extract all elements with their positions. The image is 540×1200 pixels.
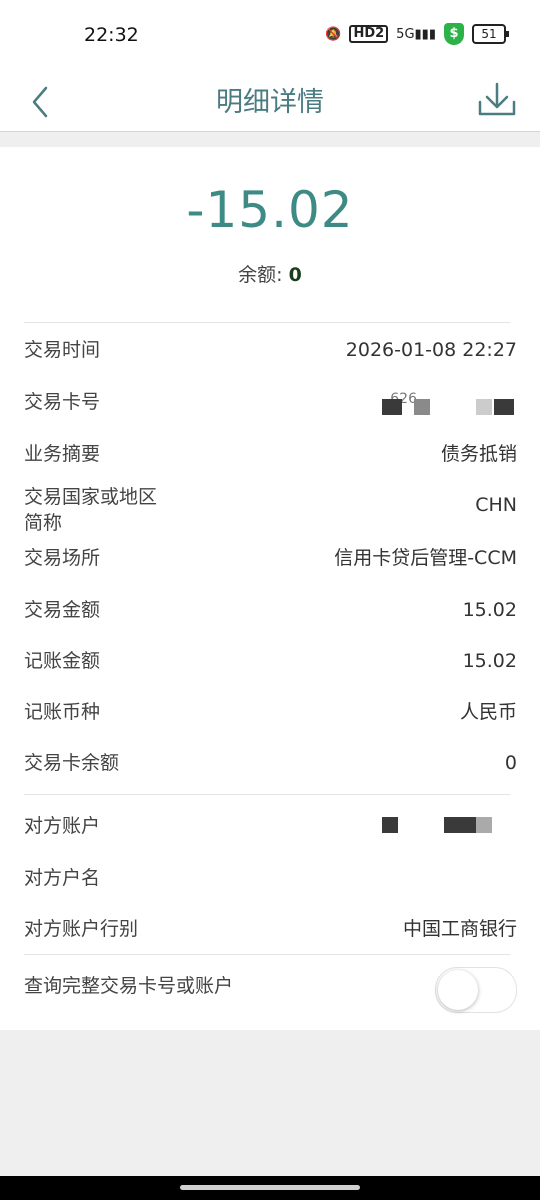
transaction-amount: -15.02 bbox=[186, 181, 354, 239]
detail-value: 人民币 bbox=[459, 701, 517, 723]
detail-row-posted-amount: 记账金额 15.02 bbox=[24, 642, 517, 682]
nav-bar: 明细详情 bbox=[0, 70, 540, 132]
detail-value: 2026-01-08 22:27 bbox=[345, 339, 517, 361]
divider bbox=[24, 954, 510, 955]
detail-row-currency: 记账币种 人民币 bbox=[24, 693, 517, 733]
detail-label: 交易卡号 bbox=[24, 391, 101, 413]
detail-label: 记账金额 bbox=[24, 650, 101, 672]
redaction-block bbox=[382, 817, 398, 833]
detail-label: 交易国家或地区 简称 bbox=[24, 486, 158, 534]
full-number-toggle[interactable] bbox=[435, 967, 517, 1013]
detail-label: 记账币种 bbox=[24, 701, 101, 723]
detail-label: 对方户名 bbox=[24, 867, 101, 889]
redaction-block bbox=[414, 399, 430, 415]
status-bar: 22:32 🔕 HD2 5G▮▮▮ $ 51 bbox=[0, 0, 540, 70]
detail-value: 15.02 bbox=[462, 650, 517, 672]
redaction-block bbox=[476, 817, 492, 833]
download-icon bbox=[478, 82, 516, 116]
divider bbox=[24, 794, 510, 795]
detail-value: 15.02 bbox=[462, 599, 517, 621]
battery-icon: 51 bbox=[472, 24, 509, 44]
hd-icon: HD2 bbox=[349, 25, 389, 43]
detail-row-counterparty-bank: 对方账户行别 中国工商银行 bbox=[24, 910, 517, 950]
divider bbox=[24, 322, 510, 323]
home-indicator[interactable] bbox=[180, 1185, 360, 1190]
detail-row-time: 交易时间 2026-01-08 22:27 bbox=[24, 331, 517, 371]
detail-row-country: 交易国家或地区 简称 CHN bbox=[24, 478, 517, 538]
page-title: 明细详情 bbox=[216, 87, 324, 118]
detail-label: 对方账户行别 bbox=[24, 918, 139, 940]
detail-value: 中国工商银行 bbox=[402, 918, 517, 940]
toggle-label: 查询完整交易卡号或账户 bbox=[24, 975, 234, 997]
detail-label: 交易场所 bbox=[24, 547, 101, 569]
redaction-block bbox=[494, 399, 514, 415]
balance-value: 0 bbox=[288, 264, 302, 286]
security-shield-icon: $ bbox=[444, 23, 464, 45]
detail-label: 业务摘要 bbox=[24, 443, 101, 465]
detail-value: CHN bbox=[475, 494, 517, 516]
redaction-block bbox=[444, 817, 476, 833]
balance-line: 余额: 0 bbox=[0, 260, 540, 287]
redaction-block bbox=[382, 399, 402, 415]
detail-row-counterparty-account: 对方账户 bbox=[24, 807, 517, 847]
network-label: 5G bbox=[396, 26, 415, 42]
detail-row-place: 交易场所 信用卡贷后管理-CCM bbox=[24, 539, 517, 579]
detail-row-counterparty-name: 对方户名 bbox=[24, 859, 517, 899]
full-number-toggle-row: 查询完整交易卡号或账户 bbox=[24, 967, 517, 1023]
detail-row-card-number: 交易卡号 626 bbox=[24, 383, 517, 423]
detail-row-amount: 交易金额 15.02 bbox=[24, 591, 517, 631]
detail-label: 交易卡余额 bbox=[24, 752, 120, 774]
redaction-block bbox=[476, 399, 492, 415]
status-time: 22:32 bbox=[84, 24, 139, 46]
detail-row-summary: 业务摘要 债务抵销 bbox=[24, 435, 517, 475]
detail-label: 对方账户 bbox=[24, 815, 101, 837]
download-button[interactable] bbox=[476, 78, 518, 122]
detail-card: -15.02 余额: 0 交易时间 2026-01-08 22:27 交易卡号 … bbox=[0, 147, 540, 1030]
detail-row-card-balance: 交易卡余额 0 bbox=[24, 744, 517, 784]
detail-value: 债务抵销 bbox=[440, 443, 517, 465]
detail-value: 0 bbox=[504, 752, 517, 774]
toggle-knob bbox=[438, 970, 478, 1010]
detail-label: 交易时间 bbox=[24, 339, 101, 361]
detail-value: 信用卡贷后管理-CCM bbox=[334, 547, 517, 569]
mute-icon: 🔕 bbox=[325, 26, 342, 42]
balance-label: 余额: bbox=[238, 264, 283, 286]
detail-label: 交易金额 bbox=[24, 599, 101, 621]
signal-icon: 5G▮▮▮ bbox=[396, 26, 436, 42]
status-icons: 🔕 HD2 5G▮▮▮ $ 51 bbox=[325, 23, 509, 45]
